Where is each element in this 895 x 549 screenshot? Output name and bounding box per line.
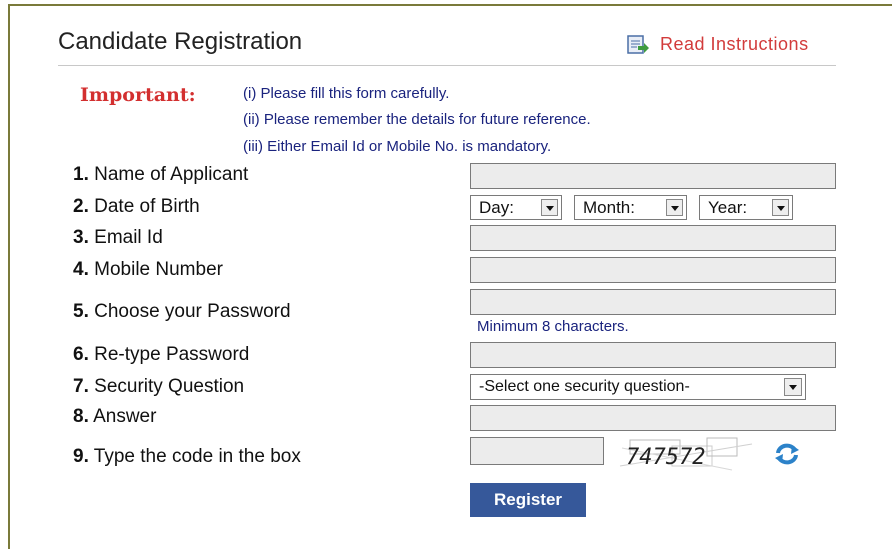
label-mobile-number: 4. Mobile Number	[73, 259, 223, 280]
document-arrow-icon	[627, 35, 649, 54]
important-label: Important:	[80, 84, 196, 106]
dob-day-select[interactable]: Day:	[470, 195, 562, 220]
captcha-code-text: 747572	[626, 445, 705, 470]
chevron-down-icon	[784, 378, 802, 396]
password-hint: Minimum 8 characters.	[477, 318, 629, 335]
label-name-of-applicant: 1. Name of Applicant	[73, 164, 249, 185]
read-instructions-label: Read Instructions	[660, 33, 809, 54]
label-type-code: 9. Type the code in the box	[73, 446, 301, 467]
register-button[interactable]: Register	[470, 483, 586, 517]
password-input[interactable]	[470, 289, 836, 315]
label-date-of-birth: 2. Date of Birth	[73, 196, 200, 217]
label-answer: 8. Answer	[73, 406, 157, 427]
email-input[interactable]	[470, 225, 836, 251]
title-divider	[58, 65, 836, 66]
dob-day-value: Day:	[479, 197, 514, 217]
read-instructions-link[interactable]: Read Instructions	[626, 33, 809, 55]
dob-month-select[interactable]: Month:	[574, 195, 687, 220]
label-choose-password: 5. Choose your Password	[73, 301, 291, 322]
dob-year-value: Year:	[708, 197, 748, 217]
page-title: Candidate Registration	[58, 28, 303, 55]
note-3: (iii) Either Email Id or Mobile No. is m…	[243, 138, 552, 155]
chevron-down-icon	[541, 199, 558, 216]
captcha-image: 747572	[612, 436, 762, 474]
dob-month-value: Month:	[583, 197, 635, 217]
note-2: (ii) Please remember the details for fut…	[243, 111, 591, 128]
label-email-id: 3. Email Id	[73, 227, 163, 248]
label-security-question: 7. Security Question	[73, 376, 245, 397]
answer-input[interactable]	[470, 405, 836, 431]
name-input[interactable]	[470, 163, 836, 189]
captcha-input[interactable]	[470, 437, 604, 465]
security-question-value: -Select one security question-	[479, 378, 690, 395]
dob-year-select[interactable]: Year:	[699, 195, 793, 220]
note-1: (i) Please fill this form carefully.	[243, 85, 450, 102]
refresh-captcha-icon[interactable]	[772, 442, 802, 466]
retype-password-input[interactable]	[470, 342, 836, 368]
mobile-input[interactable]	[470, 257, 836, 283]
chevron-down-icon	[772, 199, 789, 216]
label-retype-password: 6. Re-type Password	[73, 344, 250, 365]
chevron-down-icon	[666, 199, 683, 216]
security-question-select[interactable]: -Select one security question-	[470, 374, 806, 400]
